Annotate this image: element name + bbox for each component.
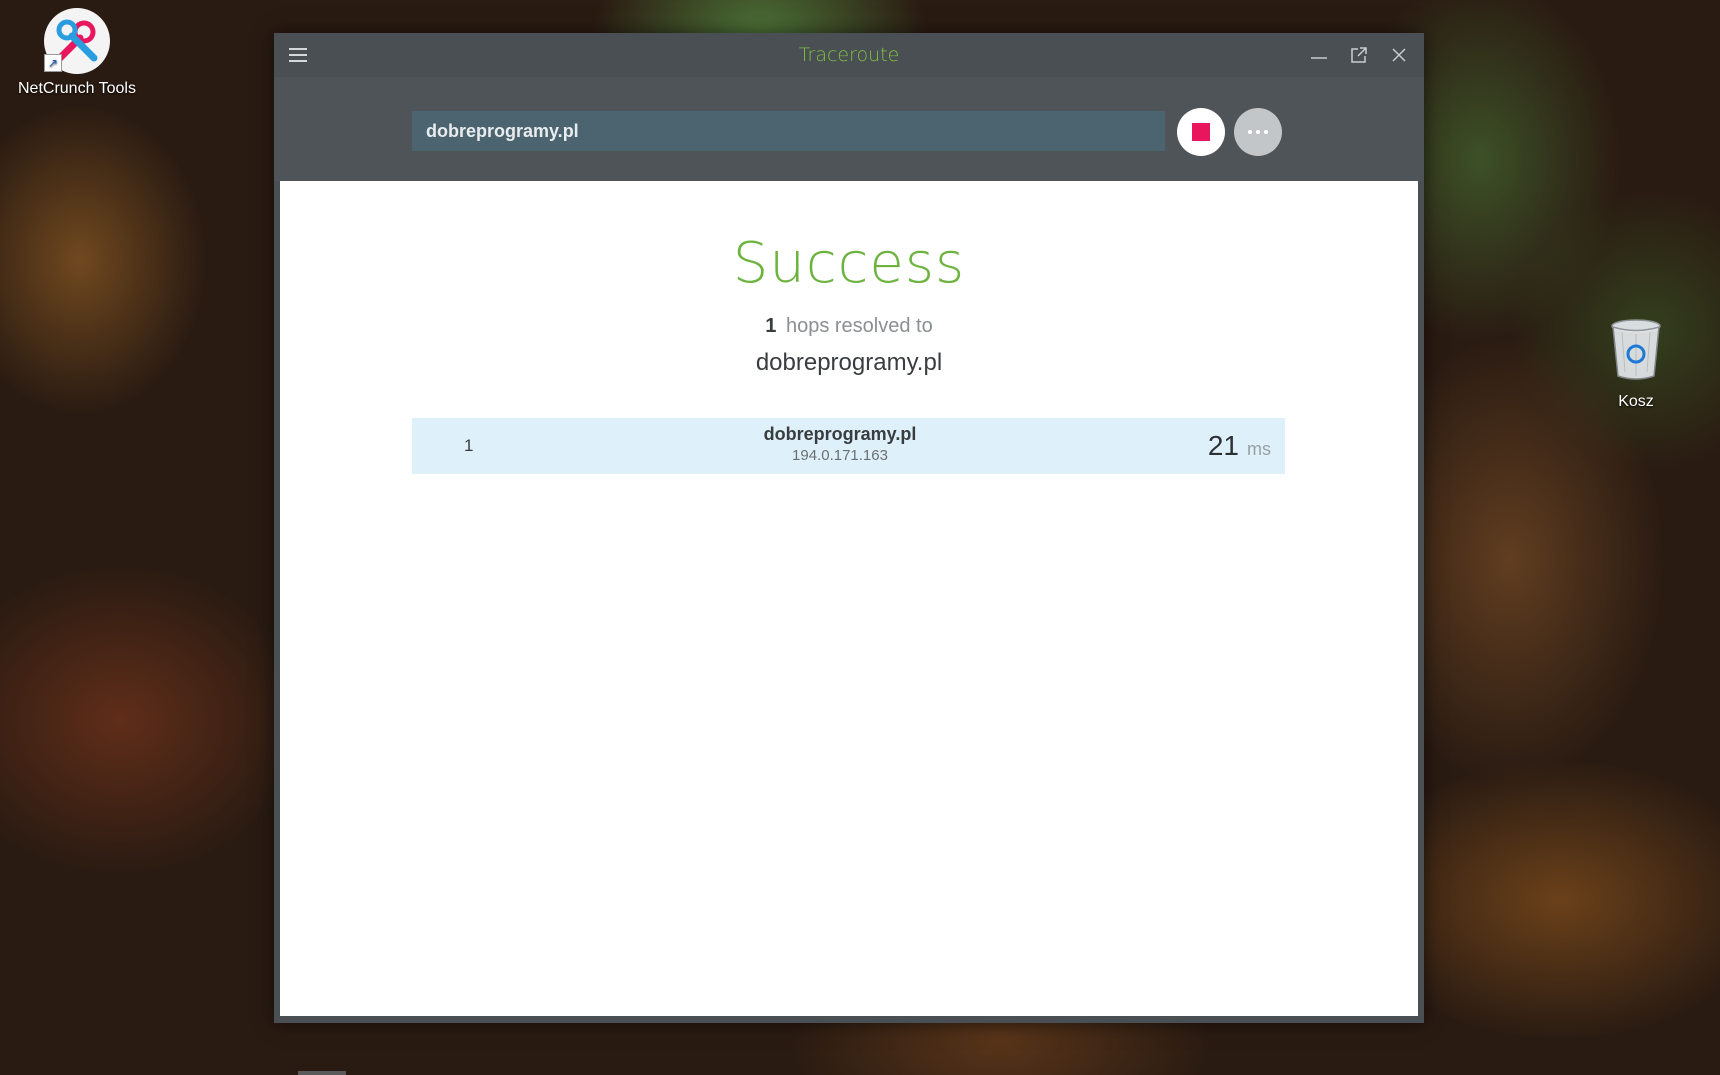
desktop-icon-label: Kosz — [1618, 393, 1654, 410]
hop-time-value: 21 — [1207, 430, 1239, 461]
recycle-bin-icon — [1608, 318, 1664, 387]
stop-button[interactable] — [1177, 108, 1225, 156]
close-button[interactable] — [1384, 41, 1414, 69]
taskbar-edge — [298, 1071, 346, 1075]
desktop-icon-recycle-bin[interactable]: Kosz — [1566, 318, 1706, 411]
hops-count: 1 — [765, 315, 777, 337]
shortcut-arrow-icon: ↗ — [44, 54, 62, 72]
minimize-button[interactable] — [1304, 41, 1334, 69]
hops-summary: 1 hops resolved to — [280, 315, 1418, 338]
hop-row[interactable]: 1 dobreprogramy.pl 194.0.171.163 21 ms — [412, 418, 1285, 474]
window-titlebar[interactable]: Traceroute — [274, 33, 1424, 77]
results-panel: Success 1 hops resolved to dobreprogramy… — [280, 181, 1418, 1016]
netcrunch-tools-icon: ↗ — [44, 8, 110, 74]
target-host: dobreprogramy.pl — [755, 349, 943, 376]
desktop-icon-netcrunch-tools[interactable]: ↗ NetCrunch Tools — [7, 8, 147, 98]
host-input[interactable] — [412, 111, 1165, 151]
hop-time: 21 ms — [1208, 430, 1271, 462]
stop-icon — [1192, 123, 1210, 141]
minimize-icon — [1311, 57, 1327, 59]
window-title: Traceroute — [798, 44, 900, 66]
hop-ip: 194.0.171.163 — [792, 447, 888, 464]
more-dots-icon — [1248, 130, 1268, 134]
more-options-button[interactable] — [1234, 108, 1282, 156]
hamburger-menu-icon[interactable] — [288, 46, 308, 64]
window-controls — [1304, 41, 1414, 69]
close-icon — [1392, 48, 1406, 62]
traceroute-window: Traceroute dobreprogramy.pl Success 1 ho… — [274, 33, 1424, 1023]
toolbar — [274, 77, 1424, 181]
desktop-icon-label: NetCrunch Tools — [18, 80, 136, 97]
hops-summary-text: hops resolved to — [785, 315, 933, 337]
status-heading: Success — [732, 231, 966, 296]
hop-host: dobreprogramy.pl — [763, 424, 917, 444]
popout-button[interactable] — [1344, 41, 1374, 69]
hop-time-unit: ms — [1247, 439, 1271, 459]
popout-icon — [1351, 47, 1367, 63]
